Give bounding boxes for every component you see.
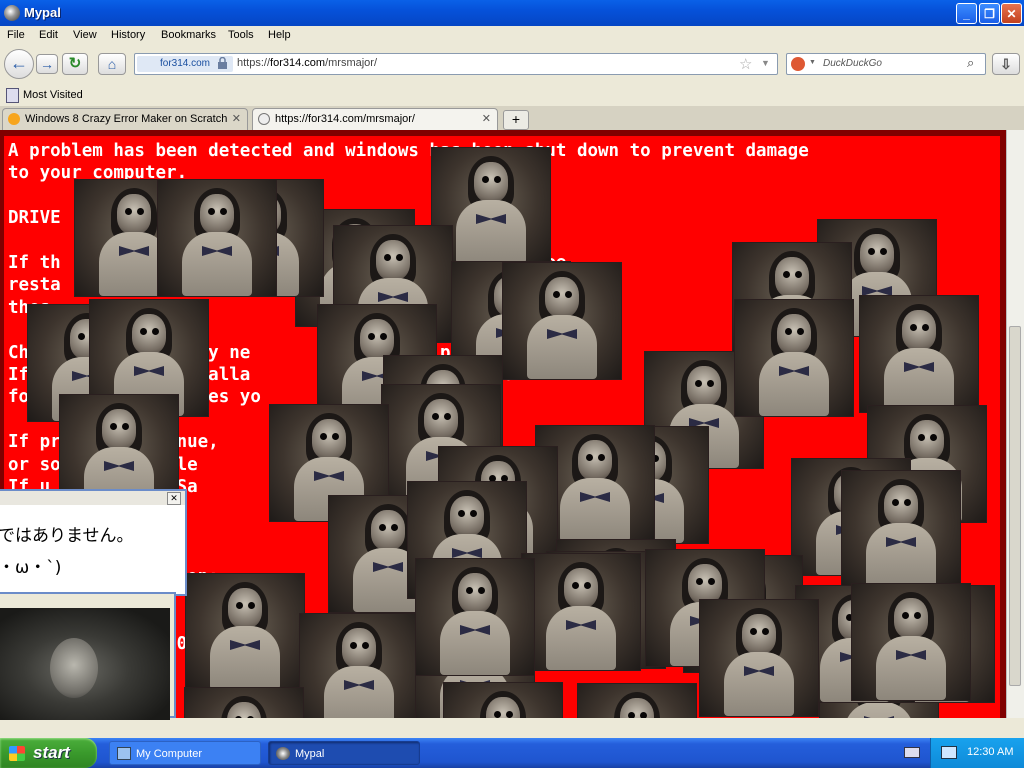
- tab-scratch[interactable]: Windows 8 Crazy Error Maker on Scratch ✕: [2, 108, 248, 130]
- taskbar-item-label: My Computer: [136, 748, 203, 760]
- url-path: /mrsmajor/: [325, 57, 378, 69]
- vertical-scrollbar[interactable]: [1006, 130, 1024, 718]
- network-icon[interactable]: [941, 746, 957, 759]
- url-text: https://for314.com/mrsmajor/: [237, 57, 377, 69]
- reload-button[interactable]: ↻: [62, 53, 88, 75]
- globe-favicon-icon: [258, 113, 270, 125]
- search-engine-dropdown-icon[interactable]: ▼: [809, 59, 816, 66]
- title-bar[interactable]: Mypal _ ❐ ✕: [0, 0, 1024, 26]
- forward-arrow-icon: →: [40, 56, 54, 72]
- menu-view[interactable]: View: [73, 29, 97, 41]
- restore-button[interactable]: ❐: [979, 3, 1000, 24]
- menu-bookmarks[interactable]: Bookmarks: [161, 29, 216, 41]
- url-bar[interactable]: for314.com https://for314.com/mrsmajor/ …: [134, 53, 778, 75]
- back-button[interactable]: ←: [4, 49, 34, 79]
- taskbar-item-my-computer[interactable]: My Computer: [109, 741, 261, 765]
- tab-mrsmajor[interactable]: https://for314.com/mrsmajor/ ✕: [252, 108, 498, 130]
- menu-history[interactable]: History: [111, 29, 145, 41]
- padlock-icon: [218, 57, 227, 69]
- menu-help[interactable]: Help: [268, 29, 291, 41]
- system-tray: 12:30 AM: [930, 738, 1024, 768]
- taskbar-item-label: Mypal: [295, 748, 325, 760]
- doll-popup-image: [700, 600, 818, 716]
- taskbar: start My Computer Mypal 12:30 AM: [0, 738, 1024, 768]
- doll-popup-image: [158, 180, 276, 296]
- doll-popup-image: [300, 614, 418, 718]
- doll-popup-image: [578, 684, 696, 718]
- doll-popup-image: [842, 471, 960, 587]
- tab-label: https://for314.com/mrsmajor/: [275, 113, 415, 125]
- dialog-close-icon[interactable]: ✕: [167, 492, 181, 505]
- search-bar[interactable]: ▼ DuckDuckGo ⌕: [786, 53, 986, 75]
- tab-label: Windows 8 Crazy Error Maker on Scratch: [25, 113, 228, 125]
- clock: 12:30 AM: [967, 746, 1014, 758]
- menu-edit[interactable]: Edit: [39, 29, 58, 41]
- download-arrow-icon: ⇩: [1000, 56, 1012, 72]
- tab-close-icon[interactable]: ✕: [482, 112, 491, 125]
- keyboard-layout-icon[interactable]: [904, 747, 920, 758]
- windows-logo-icon: [9, 746, 25, 761]
- webcam-window[interactable]: [0, 592, 176, 720]
- navigation-toolbar: ← → ↻ ⌂ for314.com https://for314.com/mr…: [0, 46, 1024, 84]
- doll-popup-image: [860, 296, 978, 412]
- doll-popup-image: [416, 559, 534, 675]
- bookmark-folder-icon: [6, 88, 19, 103]
- reload-icon: ↻: [68, 55, 82, 72]
- home-icon: ⌂: [107, 56, 117, 72]
- window-title: Mypal: [24, 5, 61, 20]
- scratch-favicon-icon: [8, 113, 20, 125]
- minimize-button[interactable]: _: [956, 3, 977, 24]
- plus-icon: +: [511, 111, 521, 127]
- bookmark-most-visited[interactable]: Most Visited: [23, 89, 83, 101]
- url-dropdown-icon[interactable]: ▼: [761, 58, 770, 68]
- doll-popup-image: [522, 554, 640, 670]
- mypal-app-icon: [4, 5, 20, 21]
- bookmark-star-icon[interactable]: ☆: [739, 55, 752, 73]
- back-arrow-icon: ←: [10, 53, 28, 73]
- menu-bar: File Edit View History Bookmarks Tools H…: [0, 26, 1024, 46]
- doll-popup-image: [735, 300, 853, 416]
- start-label: start: [33, 743, 70, 762]
- computer-icon: [117, 747, 131, 760]
- menu-tools[interactable]: Tools: [228, 29, 254, 41]
- url-scheme: https://: [237, 57, 271, 69]
- tab-close-icon[interactable]: ✕: [232, 112, 241, 125]
- bookmarks-toolbar: Most Visited: [0, 84, 1024, 106]
- new-tab-button[interactable]: +: [503, 110, 529, 130]
- dialog-line-2: ・ω・`): [0, 558, 62, 578]
- dialog-line-1: ではありません。: [0, 526, 134, 546]
- url-host: for314.com: [270, 57, 326, 69]
- taskbar-item-mypal[interactable]: Mypal: [268, 741, 420, 765]
- doll-popup-image: [444, 683, 562, 718]
- scrollbar-thumb[interactable]: [1009, 326, 1021, 686]
- search-icon[interactable]: ⌕: [967, 55, 974, 71]
- start-button[interactable]: start: [0, 738, 97, 768]
- dialog-titlebar[interactable]: ✕: [0, 491, 185, 505]
- doll-popup-image: [186, 574, 304, 690]
- menu-file[interactable]: File: [7, 29, 25, 41]
- downloads-button[interactable]: ⇩: [992, 53, 1020, 75]
- mypal-icon: [276, 747, 290, 760]
- duckduckgo-icon[interactable]: [791, 57, 805, 71]
- search-placeholder: DuckDuckGo: [823, 58, 882, 69]
- doll-popup-image: [852, 584, 970, 700]
- webcam-image: [0, 608, 170, 720]
- face-image: [50, 638, 98, 698]
- doll-popup-image: [185, 688, 303, 718]
- tab-strip: Windows 8 Crazy Error Maker on Scratch ✕…: [0, 106, 1024, 131]
- doll-popup-image: [503, 263, 621, 379]
- close-button[interactable]: ✕: [1001, 3, 1022, 24]
- forward-button[interactable]: →: [36, 54, 58, 74]
- home-button[interactable]: ⌂: [98, 53, 126, 75]
- message-dialog[interactable]: ✕ ではありません。 ・ω・`): [0, 489, 187, 596]
